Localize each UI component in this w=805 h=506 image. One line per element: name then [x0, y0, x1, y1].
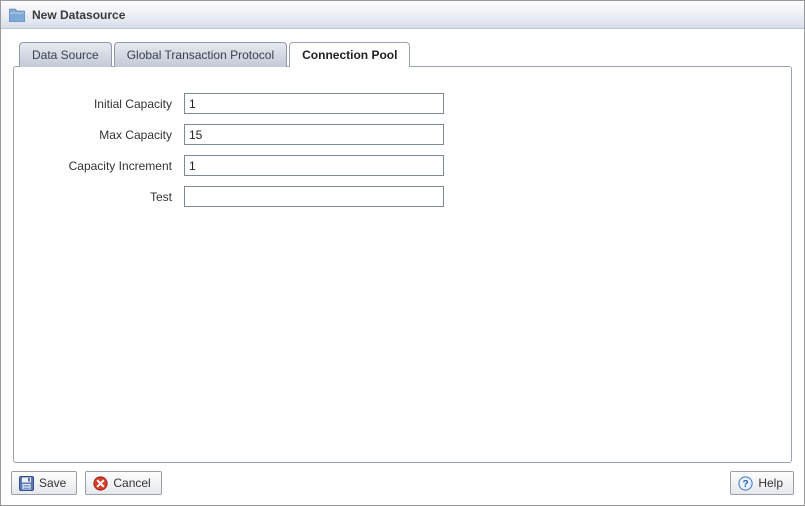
svg-text:?: ? — [742, 479, 748, 490]
label-initial-capacity: Initial Capacity — [34, 97, 184, 111]
save-icon — [18, 475, 34, 491]
save-label: Save — [39, 476, 66, 490]
help-button[interactable]: ? Help — [730, 471, 794, 495]
tab-panel-connection-pool: Initial Capacity Max Capacity Capacity I… — [13, 66, 792, 463]
row-capacity-increment: Capacity Increment — [34, 155, 771, 176]
input-initial-capacity[interactable] — [184, 93, 444, 114]
cancel-button[interactable]: Cancel — [85, 471, 161, 495]
cancel-label: Cancel — [113, 476, 150, 490]
tab-data-source[interactable]: Data Source — [19, 42, 112, 67]
folder-icon — [9, 7, 25, 23]
window-title: New Datasource — [32, 8, 125, 22]
save-button[interactable]: Save — [11, 471, 77, 495]
label-test: Test — [34, 190, 184, 204]
row-initial-capacity: Initial Capacity — [34, 93, 771, 114]
titlebar: New Datasource — [1, 1, 804, 29]
help-icon: ? — [737, 475, 753, 491]
tab-global-transaction-protocol[interactable]: Global Transaction Protocol — [114, 42, 287, 67]
dialog-body: Data Source Global Transaction Protocol … — [1, 29, 804, 463]
input-capacity-increment[interactable] — [184, 155, 444, 176]
input-test[interactable] — [184, 186, 444, 207]
tab-bar: Data Source Global Transaction Protocol … — [13, 41, 792, 66]
footer-bar: Save Cancel ? Help — [1, 463, 804, 505]
row-test: Test — [34, 186, 771, 207]
cancel-icon — [92, 475, 108, 491]
row-max-capacity: Max Capacity — [34, 124, 771, 145]
dialog-window: New Datasource Data Source Global Transa… — [0, 0, 805, 506]
label-capacity-increment: Capacity Increment — [34, 159, 184, 173]
help-label: Help — [758, 476, 783, 490]
label-max-capacity: Max Capacity — [34, 128, 184, 142]
tab-connection-pool[interactable]: Connection Pool — [289, 42, 410, 67]
input-max-capacity[interactable] — [184, 124, 444, 145]
